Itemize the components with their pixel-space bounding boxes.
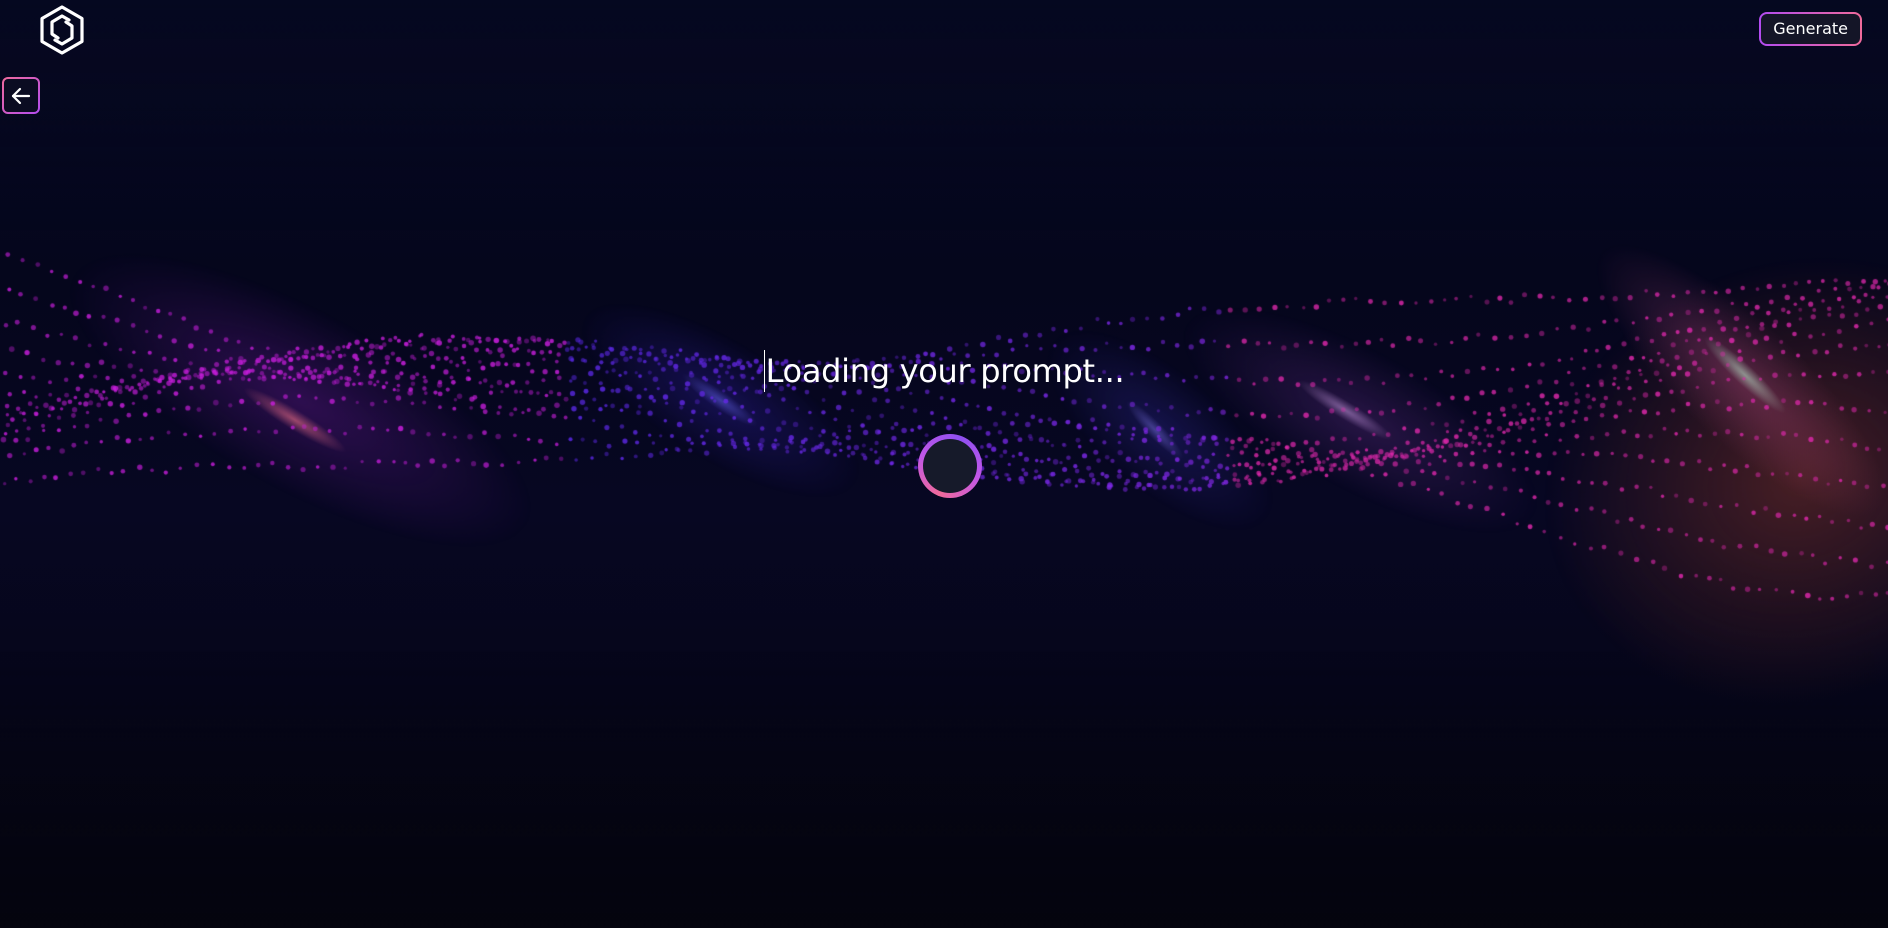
- hexagon-logo-icon[interactable]: [36, 4, 88, 56]
- generate-button[interactable]: Generate: [1759, 12, 1862, 46]
- back-button[interactable]: [2, 77, 40, 114]
- loading-text: Loading your prompt...: [763, 350, 1125, 392]
- loading-spinner-icon: [918, 434, 982, 498]
- spinner-core: [923, 439, 977, 493]
- app-screen: Generate Loading your prompt...: [0, 0, 1888, 928]
- arrow-left-icon: [9, 84, 33, 108]
- loading-area: Loading your prompt...: [0, 350, 1888, 392]
